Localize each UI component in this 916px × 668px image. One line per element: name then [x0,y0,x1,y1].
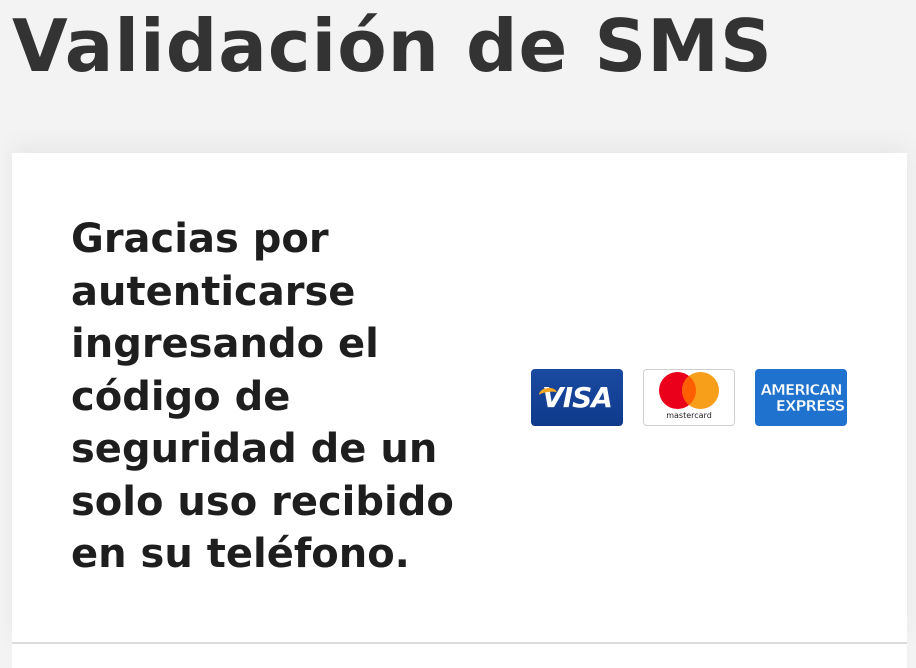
american-express-logo-icon: AMERICAN EXPRESS [755,369,847,426]
authentication-message: Gracias por autenticarse ingresando el c… [71,216,454,577]
amex-logo-line2: EXPRESS [775,396,845,415]
visa-swoosh [538,386,558,402]
mastercard-circles [659,372,719,410]
payment-logos: VISA mastercard AMERICAN EXPRESS [531,369,847,426]
mastercard-overlap [682,372,719,409]
card-footer [12,644,907,668]
mastercard-logo-text: mastercard [666,411,712,420]
page-title: Validación de SMS [12,4,773,88]
sms-validation-card: Gracias por autenticarse ingresando el c… [12,153,907,644]
visa-logo-icon: VISA [531,369,623,426]
mastercard-logo-icon: mastercard [643,369,735,426]
amex-logo-line1: AMERICAN [760,380,843,399]
